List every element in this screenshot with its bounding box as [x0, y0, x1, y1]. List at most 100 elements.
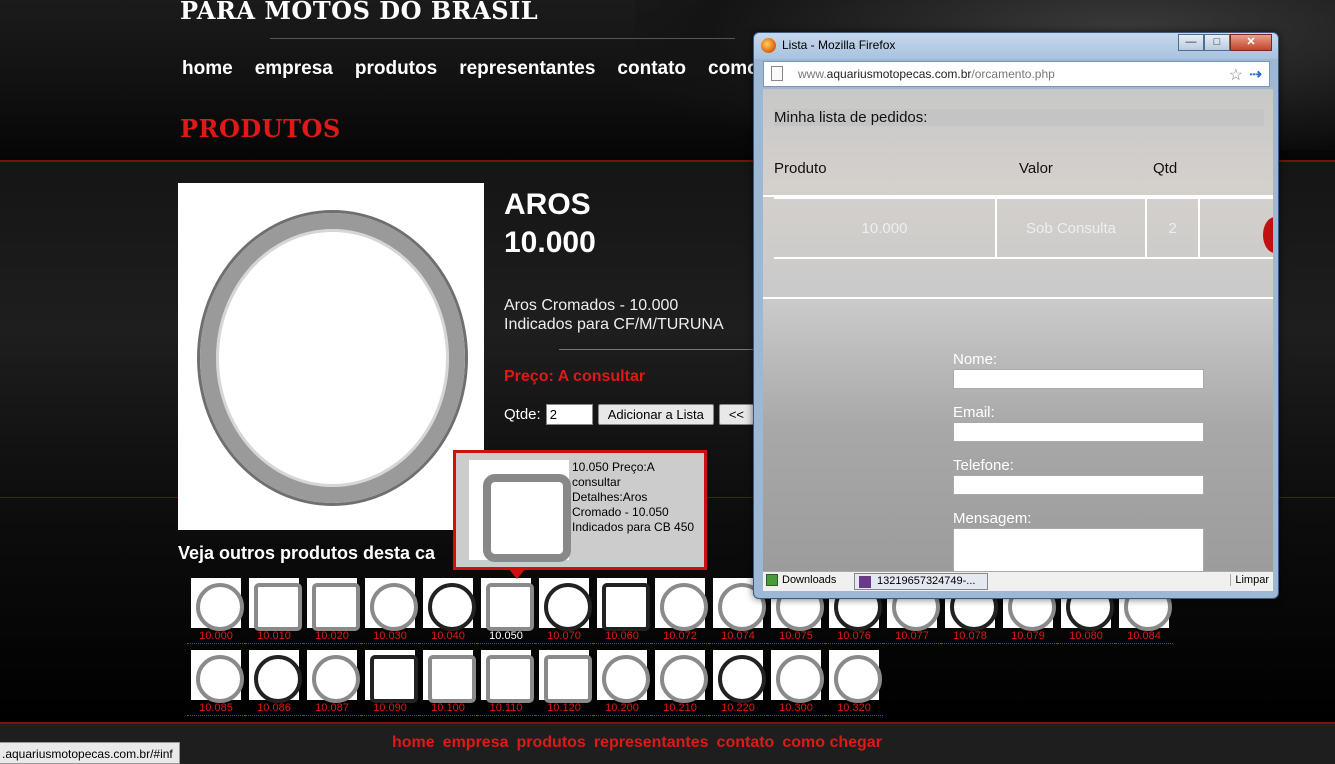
product-thumbnail[interactable]: 10.087 [303, 650, 361, 716]
footer-nav-contato[interactable]: contato [717, 734, 775, 752]
address-bar[interactable]: www.aquariusmotopecas.com.br/orcamento.p… [763, 61, 1270, 87]
maximize-icon[interactable]: □ [1204, 34, 1230, 51]
thumbnail-image[interactable] [713, 650, 766, 703]
thumbnail-image[interactable] [829, 650, 882, 703]
product-thumbnail[interactable]: 10.090 [361, 650, 419, 716]
footer-nav-empresa[interactable]: empresa [443, 734, 509, 752]
thumbnail-image[interactable] [539, 650, 592, 703]
thumbnail-image[interactable] [655, 650, 708, 703]
thumbnail-code[interactable]: 10.120 [535, 702, 593, 716]
thumbnail-code[interactable]: 10.080 [1057, 630, 1115, 644]
thumbnail-code[interactable]: 10.050 [477, 630, 535, 644]
nav-home[interactable]: home [182, 58, 233, 80]
thumbnail-code[interactable]: 10.200 [593, 702, 651, 716]
thumbnail-code[interactable]: 10.086 [245, 702, 303, 716]
downloads-button[interactable]: Downloads [766, 574, 836, 586]
bookmark-star-icon[interactable]: ☆ [1229, 65, 1243, 85]
thumbnail-code[interactable]: 10.100 [419, 702, 477, 716]
telefone-field[interactable] [953, 475, 1204, 495]
nav-produtos[interactable]: produtos [355, 58, 437, 80]
thumbnail-image[interactable] [365, 650, 418, 703]
product-thumbnail[interactable]: 10.072 [651, 578, 709, 644]
thumbnail-image[interactable] [771, 650, 824, 703]
address-url[interactable]: www.aquariusmotopecas.com.br/orcamento.p… [798, 67, 1055, 81]
thumbnail-code[interactable]: 10.320 [825, 702, 883, 716]
product-thumbnail[interactable]: 10.110 [477, 650, 535, 716]
product-thumbnail[interactable]: 10.085 [187, 650, 245, 716]
product-thumbnail[interactable]: 10.000 [187, 578, 245, 644]
thumbnail-code[interactable]: 10.220 [709, 702, 767, 716]
download-file-item[interactable]: 13219657324749-... [854, 573, 988, 590]
thumbnail-image[interactable] [249, 650, 302, 703]
thumbnail-code[interactable]: 10.060 [593, 630, 651, 644]
email-field[interactable] [953, 422, 1204, 442]
product-thumbnail[interactable]: 10.010 [245, 578, 303, 644]
thumbnail-code[interactable]: 10.076 [825, 630, 883, 644]
product-thumbnail[interactable]: 10.210 [651, 650, 709, 716]
footer-nav-como-chegar[interactable]: como chegar [782, 734, 882, 752]
thumbnail-image[interactable] [307, 578, 360, 631]
nav-contato[interactable]: contato [617, 58, 686, 80]
thumbnail-image[interactable] [249, 578, 302, 631]
product-thumbnail[interactable]: 10.220 [709, 650, 767, 716]
thumbnail-code[interactable]: 10.010 [245, 630, 303, 644]
thumbnail-image[interactable] [423, 650, 476, 703]
product-thumbnail[interactable]: 10.200 [593, 650, 651, 716]
mensagem-field[interactable] [953, 528, 1204, 571]
product-thumbnail[interactable]: 10.050 [477, 578, 535, 644]
nav-representantes[interactable]: representantes [459, 58, 595, 80]
footer-nav-home[interactable]: home [392, 734, 435, 752]
thumbnail-image[interactable] [191, 578, 244, 631]
thumbnail-image[interactable] [365, 578, 418, 631]
product-thumbnail[interactable]: 10.100 [419, 650, 477, 716]
thumbnail-image[interactable] [481, 650, 534, 703]
product-thumbnail[interactable]: 10.070 [535, 578, 593, 644]
thumbnail-code[interactable]: 10.000 [187, 630, 245, 644]
thumbnail-code[interactable]: 10.078 [941, 630, 999, 644]
thumbnail-image[interactable] [481, 578, 534, 631]
thumbnail-code[interactable]: 10.070 [535, 630, 593, 644]
thumbnail-image[interactable] [539, 578, 592, 631]
thumbnail-image[interactable] [655, 578, 708, 631]
clear-downloads-button[interactable]: Limpar [1230, 574, 1269, 586]
minimize-icon[interactable]: — [1178, 34, 1204, 51]
product-thumbnail[interactable]: 10.300 [767, 650, 825, 716]
thumbnail-code[interactable]: 10.090 [361, 702, 419, 716]
footer-nav-representantes[interactable]: representantes [594, 734, 709, 752]
thumbnail-code[interactable]: 10.077 [883, 630, 941, 644]
close-icon[interactable]: ✕ [1230, 34, 1272, 51]
thumbnail-code[interactable]: 10.020 [303, 630, 361, 644]
thumbnail-image[interactable] [597, 650, 650, 703]
footer-nav-produtos[interactable]: produtos [517, 734, 586, 752]
product-thumbnail[interactable]: 10.060 [593, 578, 651, 644]
thumbnail-image[interactable] [597, 578, 650, 631]
back-button[interactable]: << [718, 404, 754, 425]
product-thumbnail[interactable]: 10.086 [245, 650, 303, 716]
product-thumbnail[interactable]: 10.120 [535, 650, 593, 716]
nome-field[interactable] [953, 369, 1204, 389]
product-thumbnail[interactable]: 10.030 [361, 578, 419, 644]
thumbnail-code[interactable]: 10.087 [303, 702, 361, 716]
product-thumbnail[interactable]: 10.020 [303, 578, 361, 644]
add-to-list-button[interactable]: Adicionar a Lista [597, 404, 714, 425]
thumbnail-code[interactable]: 10.210 [651, 702, 709, 716]
thumbnail-code[interactable]: 10.030 [361, 630, 419, 644]
thumbnail-code[interactable]: 10.084 [1115, 630, 1173, 644]
thumbnail-code[interactable]: 10.079 [999, 630, 1057, 644]
thumbnail-image[interactable] [191, 650, 244, 703]
thumbnail-code[interactable]: 10.110 [477, 702, 535, 716]
thumbnail-code[interactable]: 10.074 [709, 630, 767, 644]
product-thumbnail[interactable]: 10.320 [825, 650, 883, 716]
go-arrow-icon[interactable]: ⇢ [1249, 65, 1262, 83]
thumbnail-image[interactable] [423, 578, 476, 631]
product-thumbnail[interactable]: 10.040 [419, 578, 477, 644]
thumbnail-image[interactable] [307, 650, 360, 703]
nav-empresa[interactable]: empresa [255, 58, 333, 80]
thumbnail-code[interactable]: 10.072 [651, 630, 709, 644]
thumbnail-code[interactable]: 10.075 [767, 630, 825, 644]
thumbnail-code[interactable]: 10.085 [187, 702, 245, 716]
window-titlebar[interactable]: Lista - Mozilla Firefox — □ ✕ [754, 33, 1278, 59]
thumbnail-code[interactable]: 10.300 [767, 702, 825, 716]
thumbnail-code[interactable]: 10.040 [419, 630, 477, 644]
qty-input[interactable] [545, 404, 593, 425]
